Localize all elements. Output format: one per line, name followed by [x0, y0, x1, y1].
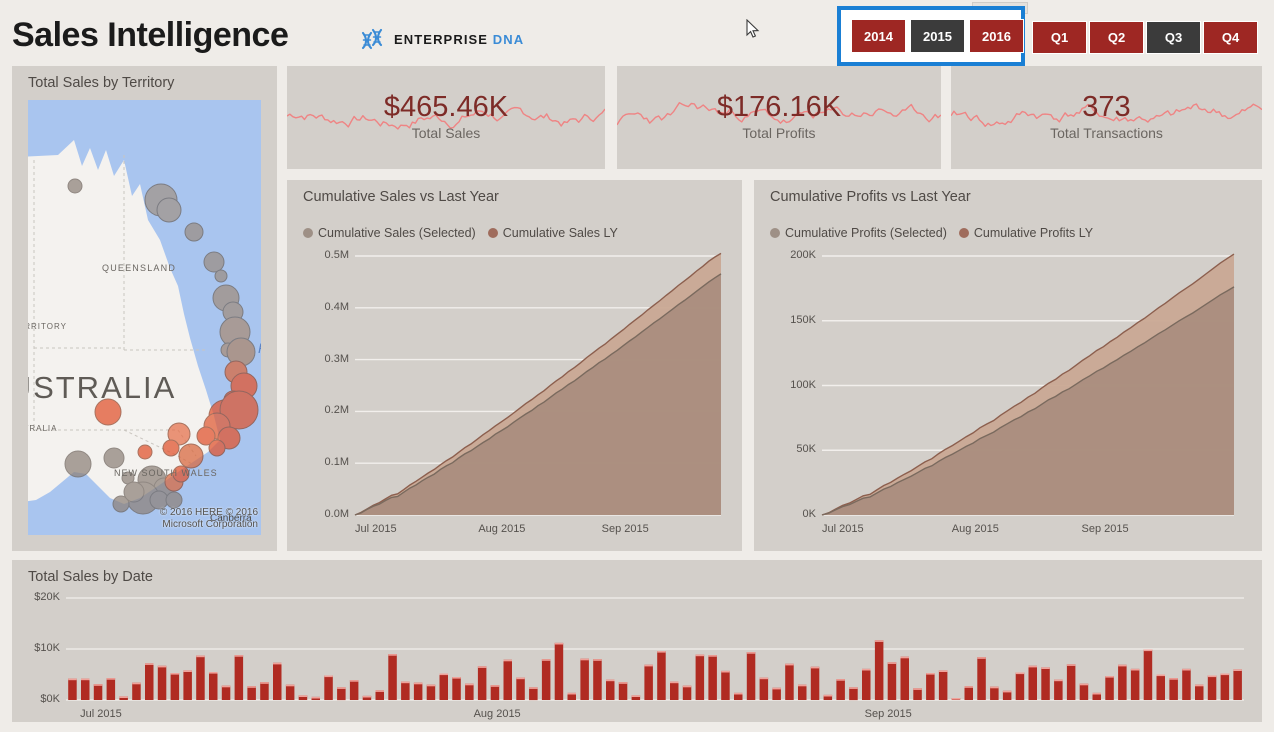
- map-panel[interactable]: Total Sales by Territory QUEENSLAND STRA…: [12, 66, 277, 551]
- map-label: AUSTRALIA: [28, 370, 177, 405]
- map-label: QUEENSLAND: [102, 263, 177, 273]
- slicer-button-label: 2016: [982, 28, 1011, 44]
- y-axis-tick-label: 100K: [790, 378, 816, 391]
- sparkline-total-transactions: [951, 103, 1262, 127]
- chart-plot-area: 0K 50K 100K 150K 200K Jul 2015 Aug 2015 Sep 201…: [754, 180, 1262, 551]
- x-axis-tick-label: Jul 2015: [80, 708, 122, 720]
- y-axis-tick-label: 0.3M: [324, 352, 349, 365]
- x-axis-tick-label: Jul 2015: [822, 523, 864, 535]
- map-label: NEW SOUTH WALES: [114, 468, 218, 478]
- quarter-button-q1[interactable]: Q1: [1032, 21, 1087, 54]
- cumulative-sales-chart-panel[interactable]: Cumulative Sales vs Last Year Cumulative…: [287, 180, 742, 551]
- year-button-2016[interactable]: 2016: [969, 19, 1024, 53]
- kpi-card-total-transactions[interactable]: 373 Total Transactions: [951, 66, 1262, 169]
- y-axis-tick-label: 0.2M: [324, 404, 349, 417]
- page-title: Sales Intelligence: [12, 16, 289, 54]
- year-button-2015[interactable]: 2015: [910, 19, 965, 53]
- year-slicer[interactable]: 2014 2015 2016: [851, 19, 1024, 53]
- cumulative-profits-chart-panel[interactable]: Cumulative Profits vs Last Year Cumulati…: [754, 180, 1262, 551]
- mouse-pointer-icon: [746, 19, 760, 38]
- x-axis-tick-label: Sep 2015: [601, 523, 649, 535]
- slicer-button-label: Q3: [1164, 30, 1183, 45]
- x-axis-tick-label: Sep 2015: [864, 708, 912, 720]
- kpi-card-total-profits[interactable]: $176.16K Total Profits: [617, 66, 941, 169]
- slicer-button-label: Q2: [1107, 30, 1126, 45]
- y-axis-tick-label: 0.4M: [324, 300, 349, 313]
- chart-plot-area: $0K $10K $20K Jul 2015 Aug 2015 Sep 2015: [12, 560, 1262, 722]
- sparkline-total-profits: [617, 102, 941, 126]
- quarter-slicer[interactable]: Q1 Q2 Q3 Q4: [1032, 21, 1258, 54]
- x-axis-tick-label: Jul 2015: [355, 523, 397, 535]
- map-label: Pacific: [258, 340, 261, 356]
- year-button-2014[interactable]: 2014: [851, 19, 906, 53]
- territory-map[interactable]: QUEENSLANDAUSTRALIANEW SOUTH WALESVICTOR…: [28, 100, 261, 535]
- kpi-card-total-sales[interactable]: $465.46K Total Sales: [287, 66, 605, 169]
- y-axis-tick-label: $0K: [40, 693, 60, 705]
- y-axis-tick-label: 0.1M: [324, 456, 349, 469]
- x-axis-tick-label: Aug 2015: [473, 708, 521, 720]
- quarter-button-q4[interactable]: Q4: [1203, 21, 1258, 54]
- map-attribution-line2: Microsoft Corporation: [162, 519, 258, 530]
- brand-secondary-text: DNA: [492, 31, 525, 47]
- total-sales-by-date-panel[interactable]: Total Sales by Date $0K $10K $20K Jul 2015 A…: [12, 560, 1262, 722]
- map-label: TERRITORY: [28, 322, 67, 331]
- sparkline-total-sales: [287, 106, 605, 130]
- slicer-button-label: Q1: [1050, 30, 1069, 45]
- x-axis-tick-label: Aug 2015: [478, 523, 526, 535]
- dashboard-page: Sales Intelligence ENTERPRISE DNA 2014 2…: [0, 0, 1274, 732]
- slicer-button-label: Q4: [1221, 30, 1240, 45]
- quarter-button-q3[interactable]: Q3: [1146, 21, 1201, 54]
- x-axis-tick-label: Aug 2015: [951, 523, 999, 535]
- y-axis-tick-label: 150K: [790, 313, 816, 326]
- y-axis-tick-label: $10K: [34, 642, 60, 654]
- y-axis-tick-label: 50K: [796, 443, 816, 456]
- y-axis-tick-label: 0.0M: [324, 508, 349, 520]
- quarter-button-q2[interactable]: Q2: [1089, 21, 1144, 54]
- slicer-button-label: 2014: [864, 28, 893, 44]
- brand-primary-text: ENTERPRISE: [394, 31, 489, 47]
- y-axis-tick-label: 0.5M: [324, 249, 349, 261]
- dna-helix-icon: [361, 28, 383, 50]
- map-attribution: © 2016 HERE © 2016 Microsoft Corporation: [160, 507, 258, 531]
- y-axis-tick-label: 0K: [802, 508, 816, 520]
- map-attribution-line1: © 2016 HERE © 2016: [159, 507, 258, 518]
- map-panel-title: Total Sales by Territory: [28, 75, 175, 91]
- brand-text: ENTERPRISE DNA: [394, 32, 524, 47]
- chart-plot-area: 0.0M 0.1M 0.2M 0.3M 0.4M 0.5M Jul 2015 Aug 2015…: [287, 180, 742, 551]
- slicer-button-label: 2015: [923, 28, 952, 44]
- y-axis-tick-label: $20K: [34, 591, 60, 603]
- brand-logo-block: ENTERPRISE DNA: [358, 27, 524, 51]
- x-axis-tick-label: Sep 2015: [1081, 523, 1129, 535]
- y-axis-tick-label: 200K: [790, 249, 816, 261]
- map-label: AUSTRALIA: [28, 424, 58, 433]
